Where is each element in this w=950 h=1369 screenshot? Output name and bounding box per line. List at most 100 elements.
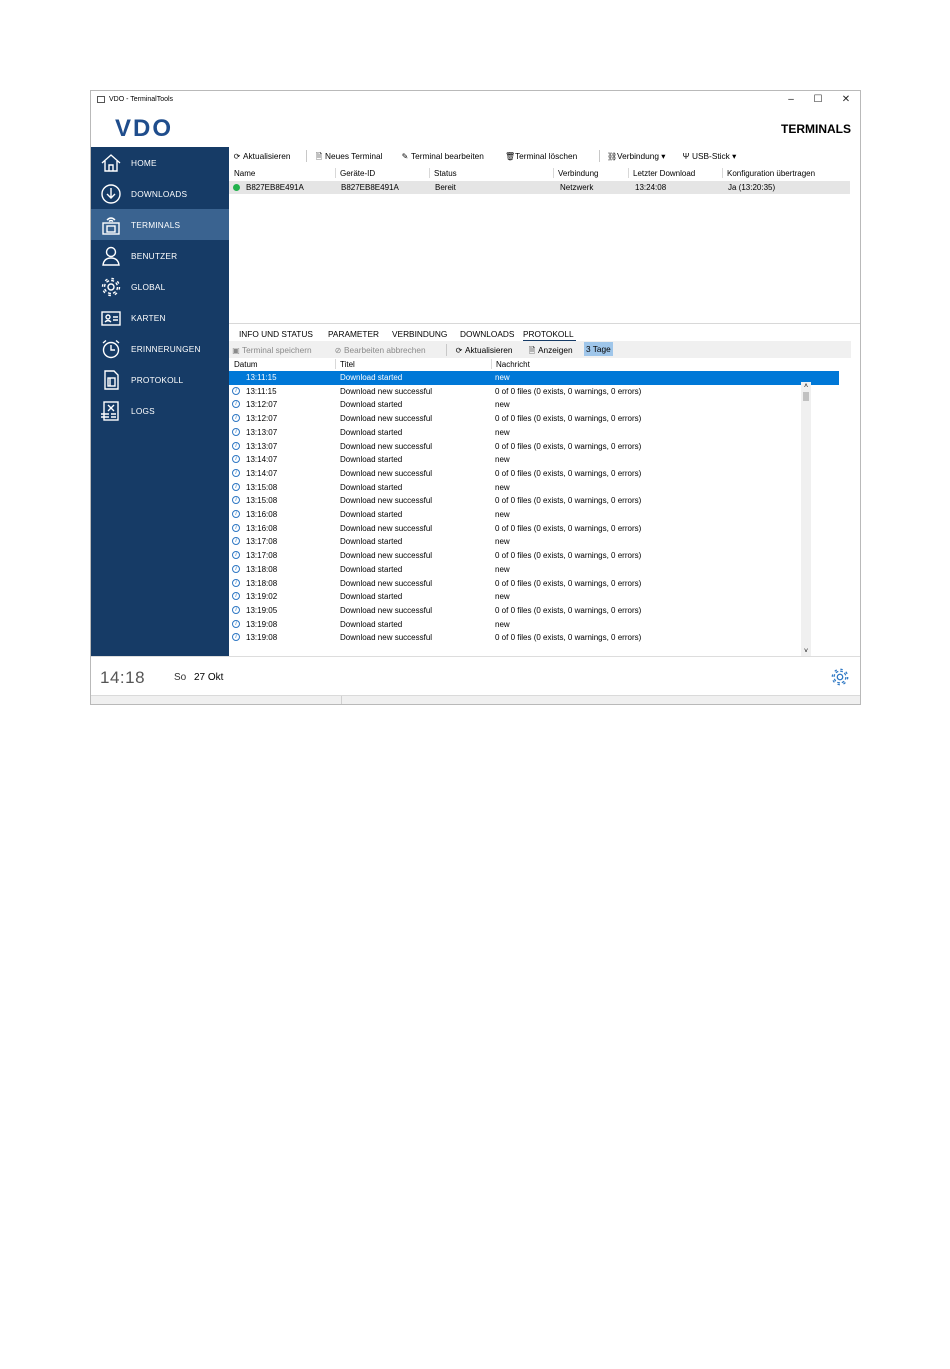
log-title: Download started bbox=[340, 564, 403, 574]
connection-dropdown[interactable]: ⛓Verbindung ▾ bbox=[607, 151, 665, 161]
log-refresh-button[interactable]: ⟳ Aktualisieren bbox=[455, 345, 513, 355]
table-row[interactable]: B827EB8E491A B827EB8E491A Bereit Netzwer… bbox=[229, 181, 850, 194]
log-title: Download new successful bbox=[340, 414, 433, 424]
table-row[interactable]: i 13:11:15 Download new successful 0 of … bbox=[229, 385, 839, 399]
info-icon: i bbox=[232, 619, 240, 628]
scrollbar-thumb[interactable] bbox=[803, 392, 809, 401]
table-row[interactable]: i 13:17:08 Download started new bbox=[229, 535, 839, 549]
sidebar-item-terminals[interactable]: TERMINALS bbox=[91, 209, 229, 240]
usb-icon: Ψ bbox=[682, 152, 690, 161]
page-title: TERMINALS bbox=[781, 122, 851, 136]
table-row[interactable]: i 13:19:08 Download new successful 0 of … bbox=[229, 631, 839, 645]
sidebar-item-label: LOGS bbox=[131, 406, 155, 416]
sidebar-item-downloads[interactable]: DOWNLOADS bbox=[91, 178, 229, 209]
table-row[interactable]: i 13:15:08 Download new successful 0 of … bbox=[229, 494, 839, 508]
column-header-titel[interactable]: Titel bbox=[340, 360, 355, 369]
table-row[interactable]: i 13:16:08 Download new successful 0 of … bbox=[229, 522, 839, 536]
log-message: new bbox=[495, 510, 510, 519]
chevron-down-icon: ▾ bbox=[732, 151, 737, 161]
tab-info-und-status[interactable]: INFO UND STATUS bbox=[239, 329, 313, 339]
log-message: 0 of 0 files (0 exists, 0 warnings, 0 er… bbox=[495, 605, 642, 615]
settings-gear-icon[interactable] bbox=[830, 667, 850, 687]
table-row[interactable]: i 13:14:07 Download started new bbox=[229, 453, 839, 467]
table-row[interactable]: i 13:19:08 Download started new bbox=[229, 618, 839, 632]
log-title: Download started bbox=[340, 373, 403, 382]
maximize-icon[interactable]: ☐ bbox=[811, 93, 825, 107]
save-terminal-button[interactable]: ▣ Terminal speichern bbox=[232, 345, 311, 355]
log-scrollbar[interactable]: ˄ ˅ bbox=[801, 382, 811, 656]
log-time: 13:14:07 bbox=[246, 455, 278, 465]
table-row[interactable]: i 13:12:07 Download new successful 0 of … bbox=[229, 412, 839, 426]
current-date: 27 Okt bbox=[194, 672, 224, 683]
edit-terminal-button[interactable]: ✎ Terminal bearbeiten bbox=[401, 151, 484, 161]
delete-terminal-button[interactable]: 🗑Terminal löschen bbox=[505, 151, 577, 161]
log-time: 13:17:08 bbox=[246, 537, 278, 547]
new-terminal-button[interactable]: 🗎 Neues Terminal bbox=[315, 151, 383, 165]
column-header-nachricht[interactable]: Nachricht bbox=[496, 360, 530, 369]
close-icon[interactable]: ✕ bbox=[839, 93, 853, 107]
table-row[interactable]: i 13:17:08 Download new successful 0 of … bbox=[229, 549, 839, 563]
table-row[interactable]: i 13:13:07 Download started new bbox=[229, 426, 839, 440]
table-row[interactable]: i 13:15:08 Download started new bbox=[229, 481, 839, 495]
info-icon: i bbox=[232, 633, 240, 642]
log-title: Download new successful bbox=[340, 551, 433, 561]
minimize-icon[interactable]: – bbox=[784, 93, 798, 107]
sidebar-item-label: KARTEN bbox=[131, 313, 166, 323]
toolbar-divider bbox=[599, 150, 600, 162]
refresh-button[interactable]: ⟳ Aktualisieren bbox=[233, 151, 291, 161]
tab-parameter[interactable]: PARAMETER bbox=[328, 329, 379, 339]
table-row[interactable]: i 13:18:08 Download started new bbox=[229, 563, 839, 577]
alarm-clock-icon bbox=[100, 338, 122, 360]
sidebar-item-protokoll[interactable]: PROTOKOLL bbox=[91, 364, 229, 395]
svg-text:VDO: VDO bbox=[115, 117, 173, 139]
sidebar-item-label: BENUTZER bbox=[131, 251, 178, 261]
document-icon bbox=[100, 369, 122, 391]
table-row[interactable]: 13:11:15 Download started new bbox=[229, 371, 839, 385]
time-range-selector[interactable]: 3 Tage bbox=[584, 342, 613, 356]
footer-bar: 14:18 So 27 Okt bbox=[91, 656, 860, 704]
sidebar-item-label: HOME bbox=[131, 158, 157, 168]
log-title: Download started bbox=[340, 510, 403, 519]
toolbar-divider bbox=[306, 150, 307, 162]
sidebar-item-logs[interactable]: LOGS bbox=[91, 395, 229, 426]
panel-divider bbox=[229, 323, 860, 324]
log-message: new bbox=[495, 400, 510, 410]
scroll-down-icon[interactable]: ˅ bbox=[802, 647, 810, 656]
sidebar-item-benutzer[interactable]: BENUTZER bbox=[91, 240, 229, 271]
table-row[interactable]: i 13:16:08 Download started new bbox=[229, 508, 839, 522]
terminal-config: Ja (13:20:35) bbox=[728, 183, 776, 192]
column-header-last-download[interactable]: Letzter Download bbox=[633, 169, 695, 178]
log-message: new bbox=[495, 592, 510, 602]
tab-downloads[interactable]: DOWNLOADS bbox=[460, 329, 514, 339]
table-row[interactable]: i 13:14:07 Download new successful 0 of … bbox=[229, 467, 839, 481]
tab-verbindung[interactable]: VERBINDUNG bbox=[392, 329, 447, 339]
table-row[interactable]: i 13:12:07 Download started new bbox=[229, 398, 839, 412]
sidebar-item-karten[interactable]: KARTEN bbox=[91, 302, 229, 333]
table-row[interactable]: i 13:19:02 Download started new bbox=[229, 590, 839, 604]
column-header-status[interactable]: Status bbox=[434, 169, 457, 178]
table-row[interactable]: i 13:19:05 Download new successful 0 of … bbox=[229, 604, 839, 618]
sidebar-item-global[interactable]: GLOBAL bbox=[91, 271, 229, 302]
show-button[interactable]: 🗎 Anzeigen bbox=[528, 345, 573, 359]
column-header-config[interactable]: Konfiguration übertragen bbox=[727, 169, 815, 178]
status-online-icon bbox=[233, 184, 240, 191]
pencil-icon: ✎ bbox=[401, 152, 409, 161]
log-title: Download started bbox=[340, 400, 403, 410]
column-header-datum[interactable]: Datum bbox=[234, 360, 258, 369]
cancel-edit-button[interactable]: ⊘ Bearbeiten abbrechen bbox=[334, 345, 426, 355]
app-header: VDO TERMINALS bbox=[91, 110, 860, 147]
log-title: Download started bbox=[340, 592, 403, 602]
scroll-up-icon[interactable]: ˄ bbox=[802, 382, 810, 391]
log-time: 13:15:08 bbox=[246, 482, 278, 492]
column-header-device-id[interactable]: Geräte-ID bbox=[340, 169, 375, 178]
sidebar-item-erinnerungen[interactable]: ERINNERUNGEN bbox=[91, 333, 229, 364]
table-row[interactable]: i 13:18:08 Download new successful 0 of … bbox=[229, 577, 839, 591]
log-title: Download new successful bbox=[340, 605, 433, 615]
log-time: 13:14:07 bbox=[246, 468, 278, 478]
column-header-connection[interactable]: Verbindung bbox=[558, 169, 598, 178]
column-header-name[interactable]: Name bbox=[234, 169, 255, 178]
usb-stick-dropdown[interactable]: Ψ USB-Stick ▾ bbox=[682, 151, 737, 161]
sidebar-item-home[interactable]: HOME bbox=[91, 147, 229, 178]
sidebar-item-label: TERMINALS bbox=[131, 220, 181, 230]
table-row[interactable]: i 13:13:07 Download new successful 0 of … bbox=[229, 440, 839, 454]
